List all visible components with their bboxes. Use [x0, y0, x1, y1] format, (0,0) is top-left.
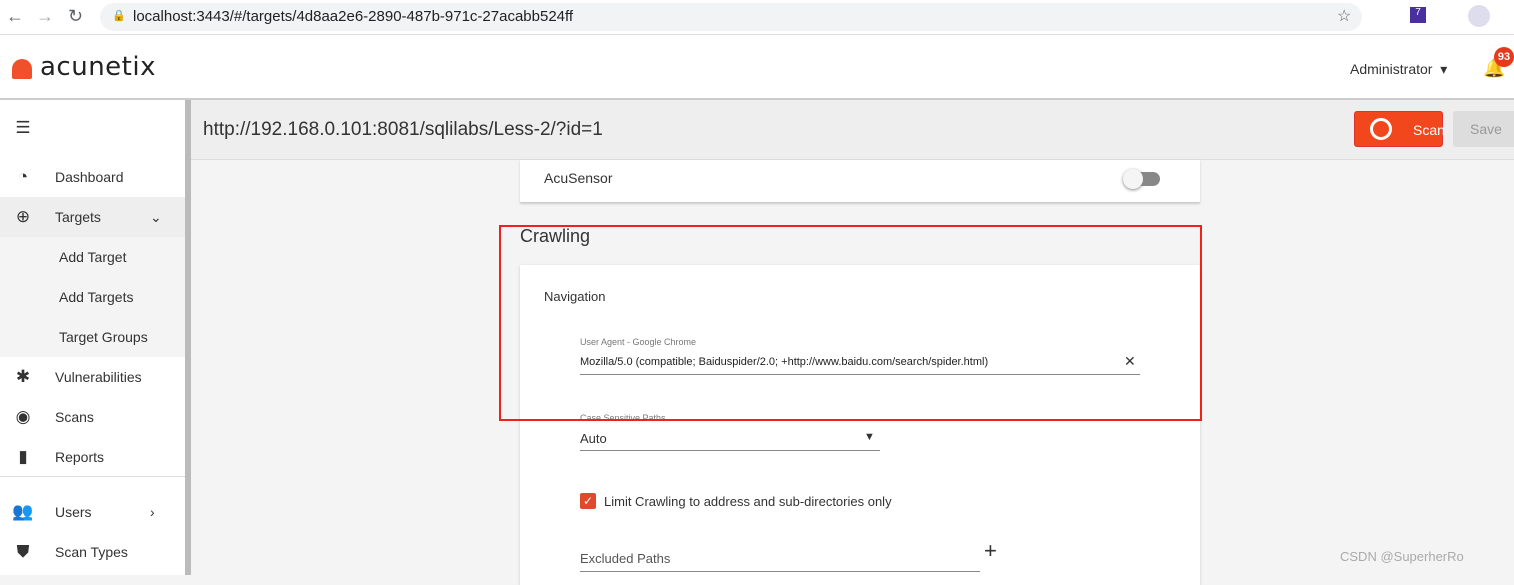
gauge-icon: ◔: [17, 167, 29, 186]
sidebar-item-target-groups[interactable]: Target Groups: [0, 317, 185, 357]
profile-icon[interactable]: [1468, 5, 1490, 27]
url-text[interactable]: localhost:3443/#/targets/4d8aa2e6-2890-4…: [133, 8, 573, 25]
sidebar-label: Add Target: [59, 249, 127, 265]
target-address: http://192.168.0.101:8081/sqlilabs/Less-…: [203, 119, 603, 140]
sidebar-label: Add Targets: [59, 289, 134, 305]
back-icon[interactable]: ←: [6, 6, 24, 27]
sidebar-label: Scan Types: [55, 544, 128, 560]
sidebar-item-add-target[interactable]: Add Target: [0, 237, 185, 277]
user-name: Administrator: [1350, 61, 1433, 77]
highlight-box: [499, 225, 1202, 421]
lock-icon: 🔒: [112, 10, 126, 22]
menu-toggle[interactable]: ☰: [0, 108, 185, 148]
sidebar-label: Target Groups: [59, 329, 148, 345]
users-icon: 👥: [12, 502, 34, 521]
acunetix-logo-icon: [12, 59, 32, 79]
chevron-down-icon: ⌄: [150, 209, 162, 225]
add-icon[interactable]: +: [984, 538, 997, 564]
sidebar-item-users[interactable]: 👥 Users ›: [0, 492, 185, 532]
sidebar-label: Dashboard: [55, 169, 124, 185]
sidebar: ☰ ◔ Dashboard ⊕ Targets ⌄ Add Target Add Ta…: [0, 100, 185, 575]
sidebar-item-targets[interactable]: ⊕ Targets ⌄: [0, 197, 185, 237]
sidebar-label: Users: [55, 504, 92, 520]
user-menu[interactable]: Administrator ▾: [1350, 61, 1447, 78]
excluded-paths-input[interactable]: Excluded Paths: [580, 551, 670, 566]
sidebar-item-add-targets[interactable]: Add Targets: [0, 277, 185, 317]
sidebar-label: Targets: [55, 209, 101, 225]
star-icon[interactable]: ☆: [1337, 6, 1351, 26]
sidebar-scrollbar[interactable]: [185, 100, 191, 575]
input-underline: [580, 571, 980, 572]
sidebar-item-vulnerabilities[interactable]: ✱ Vulnerabilities: [0, 357, 185, 397]
limit-crawling-checkbox[interactable]: ✓: [580, 493, 596, 509]
scan-icon: [1370, 118, 1392, 140]
sidebar-item-dashboard[interactable]: ◔ Dashboard: [0, 157, 185, 197]
sidebar-label: Scans: [55, 409, 94, 425]
hamburger-icon: ☰: [15, 118, 31, 137]
caret-down-icon[interactable]: ▼: [864, 431, 875, 443]
acusensor-card: [520, 160, 1200, 203]
sidebar-item-scans[interactable]: ◉ Scans: [0, 397, 185, 437]
sidebar-label: Reports: [55, 449, 105, 465]
acusensor-label: AcuSensor: [544, 170, 613, 186]
sidebar-item-reports[interactable]: ▮ Reports: [0, 437, 185, 477]
toggle-knob[interactable]: [1123, 169, 1143, 189]
caret-down-icon: ▾: [1436, 61, 1448, 77]
select-underline: [580, 450, 880, 451]
notification-badge: 93: [1494, 47, 1514, 67]
radar-icon: ◉: [15, 407, 31, 426]
sidebar-label: Vulnerabilities: [55, 369, 142, 385]
scan-button[interactable]: Scan: [1354, 111, 1445, 147]
shield-icon: ⛊: [16, 542, 30, 561]
forward-icon[interactable]: →: [36, 6, 54, 27]
bug-icon: ✱: [15, 367, 31, 386]
case-sensitive-select[interactable]: Auto: [580, 431, 607, 446]
extension-badge[interactable]: 7: [1410, 7, 1426, 23]
reload-icon[interactable]: ↻: [68, 6, 83, 27]
limit-crawling-label[interactable]: Limit Crawling to address and sub-direct…: [604, 494, 892, 509]
app-header: [0, 35, 1514, 100]
crosshair-icon: ⊕: [15, 207, 31, 226]
sidebar-item-scan-types[interactable]: ⛊ Scan Types: [0, 532, 185, 572]
file-icon: ▮: [18, 447, 28, 466]
logo[interactable]: acunetix: [40, 52, 156, 82]
save-button[interactable]: Save: [1453, 111, 1514, 147]
watermark: CSDN @SuperherRo: [1340, 549, 1464, 564]
chevron-right-icon: ›: [150, 504, 155, 520]
